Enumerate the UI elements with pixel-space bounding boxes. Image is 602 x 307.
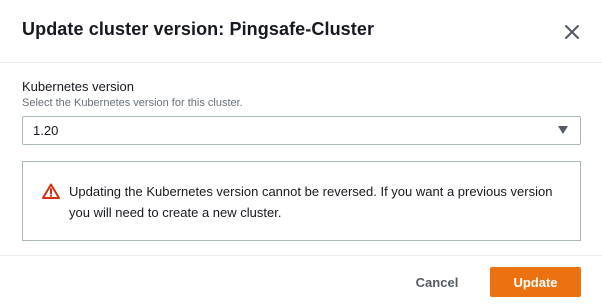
update-cluster-modal: Update cluster version: Pingsafe-Cluster…: [0, 0, 602, 307]
close-icon: [565, 25, 579, 39]
modal-title: Update cluster version: Pingsafe-Cluster: [22, 19, 375, 39]
update-button[interactable]: Update: [490, 267, 581, 297]
modal-header: Update cluster version: Pingsafe-Cluster: [0, 0, 602, 63]
warning-icon: [42, 183, 60, 199]
kubernetes-version-label: Kubernetes version: [22, 79, 135, 94]
close-button[interactable]: [560, 20, 584, 44]
modal-footer: Cancel Update: [0, 255, 602, 307]
kubernetes-version-select[interactable]: 1.20: [22, 116, 581, 145]
alert-message: Updating the Kubernetes version cannot b…: [69, 184, 553, 220]
cancel-button[interactable]: Cancel: [398, 267, 476, 297]
kubernetes-version-description: Select the Kubernetes version for this c…: [22, 97, 243, 109]
modal-body: Kubernetes version Select the Kubernetes…: [0, 63, 602, 255]
select-value: 1.20: [33, 123, 59, 138]
caret-down-icon: [558, 126, 568, 134]
warning-alert: Updating the Kubernetes version cannot b…: [22, 161, 581, 241]
